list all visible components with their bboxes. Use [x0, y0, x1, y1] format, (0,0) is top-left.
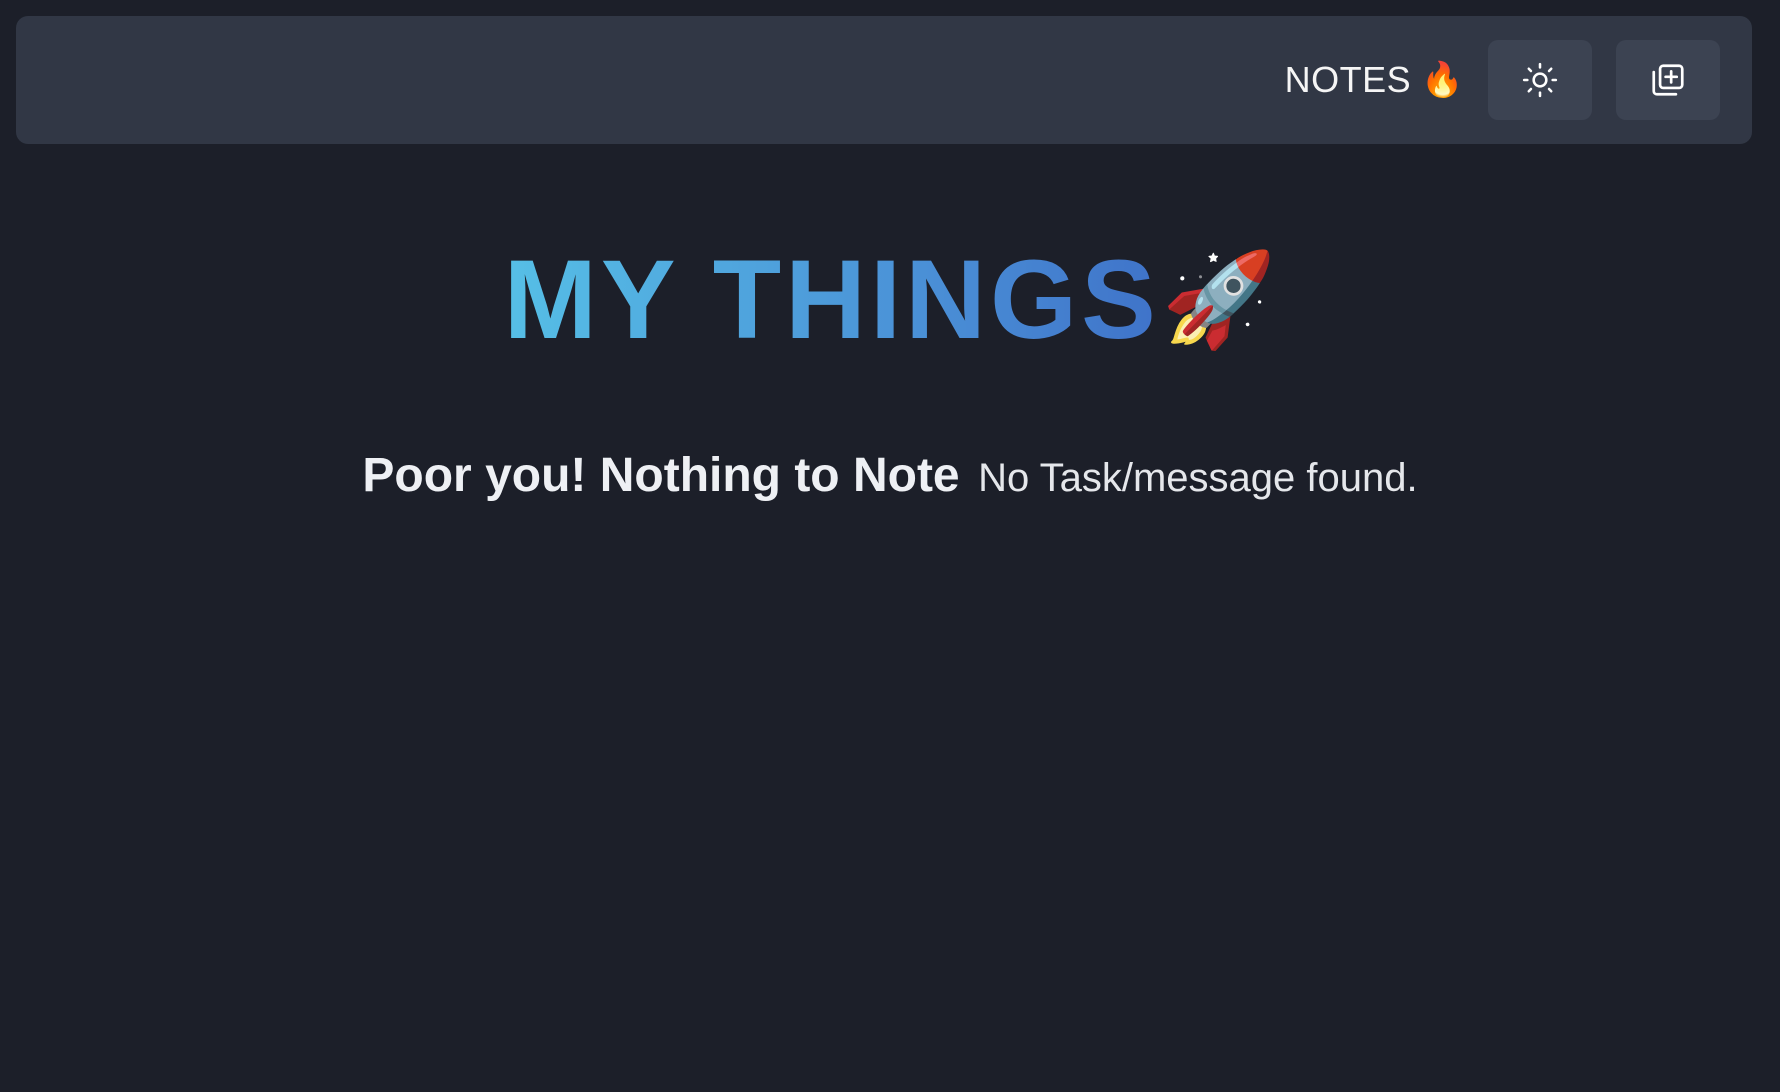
fire-icon: 🔥 — [1421, 61, 1464, 99]
theme-toggle-button[interactable] — [1488, 40, 1592, 120]
sun-icon — [1521, 61, 1559, 99]
hero: MY THINGS🚀 — [0, 240, 1780, 360]
rocket-icon: 🚀 — [1161, 249, 1277, 351]
top-navbar: NOTES 🔥 — [16, 16, 1752, 144]
add-copy-icon — [1649, 61, 1687, 99]
empty-state-message: No Task/message found. — [978, 456, 1418, 500]
empty-state-heading: Poor you! Nothing to Note — [362, 449, 960, 502]
empty-state: Poor you! Nothing to Note No Task/messag… — [0, 448, 1780, 503]
page-title: MY THINGS — [503, 237, 1160, 362]
brand[interactable]: NOTES 🔥 — [1285, 16, 1464, 144]
brand-label: NOTES — [1284, 59, 1412, 100]
add-note-button[interactable] — [1616, 40, 1720, 120]
